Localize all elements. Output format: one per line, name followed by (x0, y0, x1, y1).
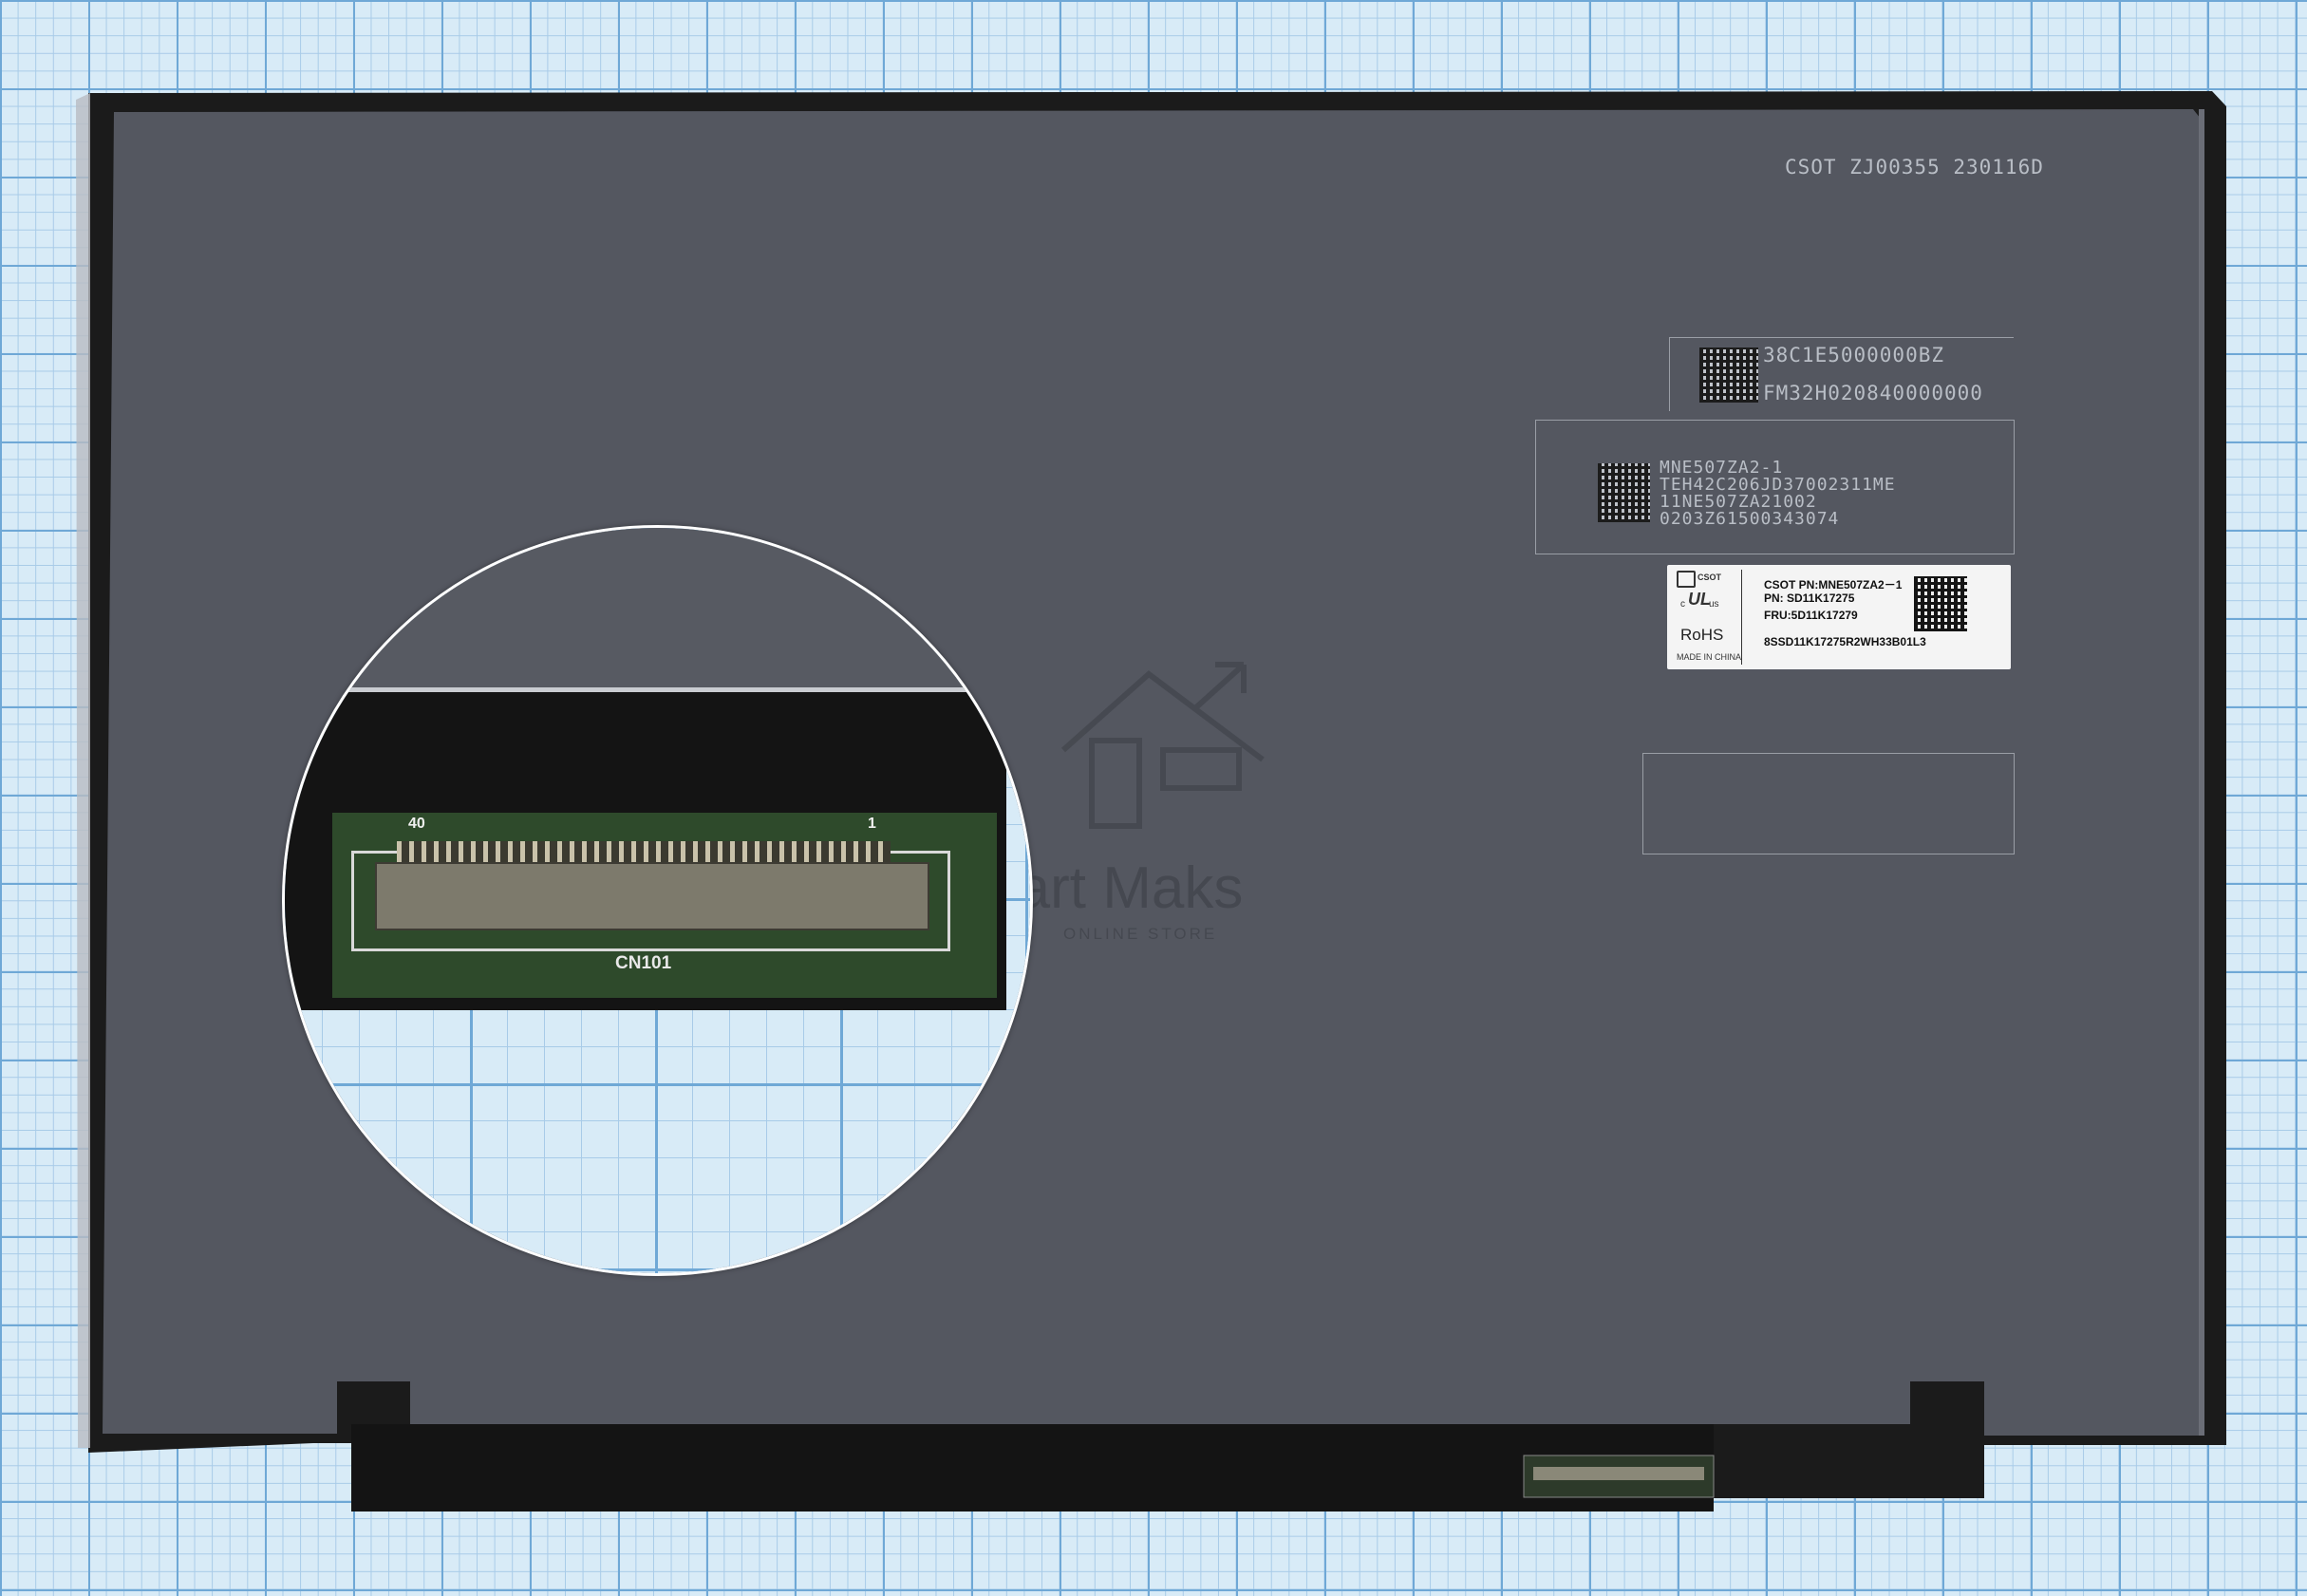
label-ul-c: c (1680, 599, 1685, 610)
serial-line-2: FM32H020840000000 (1763, 382, 1983, 404)
inset-connector-pins (397, 841, 891, 862)
serial-line-3: MNE507ZA2-1 (1660, 458, 1784, 478)
label-barcode-text: 8SSD11K17275R2WH33B01L3 (1764, 635, 1926, 648)
serial-line-6: 0203Z61500343074 (1660, 509, 1840, 529)
label-brand: CSOT (1697, 573, 1722, 582)
bottom-connector (1533, 1467, 1704, 1480)
label-divider (1741, 570, 1742, 665)
ul-mark-icon: UL (1688, 590, 1711, 609)
label-made-in: MADE IN CHINA (1677, 652, 1742, 662)
watermark-sub: ONLINE STORE (1063, 925, 1218, 943)
csot-logo-icon (1677, 571, 1696, 588)
inset-connector-latch (375, 862, 929, 930)
serial-line-1: 38C1E5000000BZ (1763, 344, 1945, 366)
serial-line-4: TEH42C206JD37002311ME (1660, 475, 1896, 495)
panel-top-code: CSOT ZJ00355 230116D (1785, 156, 2044, 178)
label-pn: PN: SD11K17275 (1764, 591, 1855, 605)
inset-panel-surface (285, 528, 1030, 689)
datamatrix-icon (1598, 463, 1650, 522)
label-pn-csot: CSOT PN:MNE507ZA2－1 (1764, 578, 1903, 591)
serial-line-5: 11NE507ZA21002 (1660, 492, 1817, 512)
watermark-house-icon (1061, 662, 1265, 829)
empty-label-frame (1642, 753, 2015, 854)
bottom-fpc-strip (351, 1424, 1714, 1512)
inset-pin-left-label: 40 (408, 816, 425, 832)
label-ul-us: us (1709, 599, 1719, 610)
connector-zoom-inset: 40 1 CN101 (282, 525, 1033, 1276)
right-edge-highlight (2199, 109, 2204, 1436)
label-fru: FRU:5D11K17279 (1764, 609, 1858, 622)
qr-code-icon (1699, 347, 1758, 403)
label-qr-code-icon (1914, 576, 1967, 631)
inset-pin-right-label: 1 (868, 816, 876, 832)
left-edge-sheen (76, 93, 90, 1448)
inset-connector-name: CN101 (615, 953, 672, 973)
label-rohs: RoHS (1680, 626, 1724, 644)
product-label: CSOT c UL us RoHS MADE IN CHINA CSOT PN:… (1667, 565, 2011, 669)
